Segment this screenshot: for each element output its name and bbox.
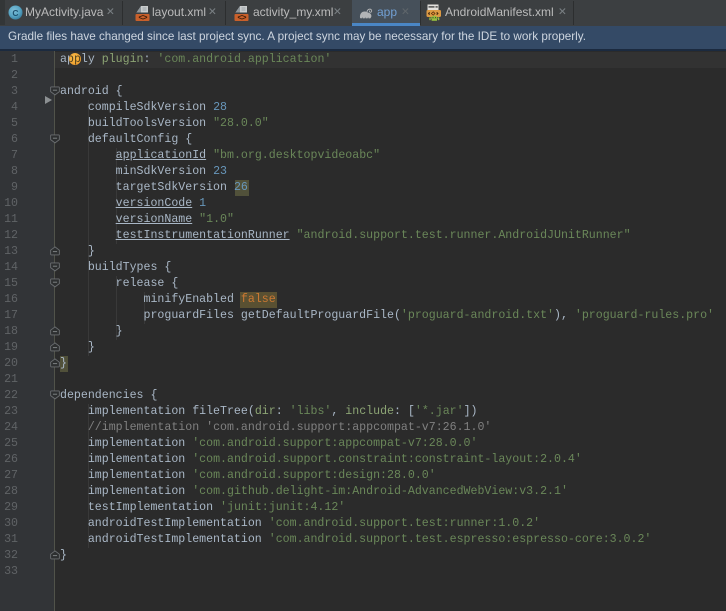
svg-text:C: C [12,7,18,17]
svg-text:<>: <> [237,13,246,21]
svg-text:<>: <> [138,13,147,21]
